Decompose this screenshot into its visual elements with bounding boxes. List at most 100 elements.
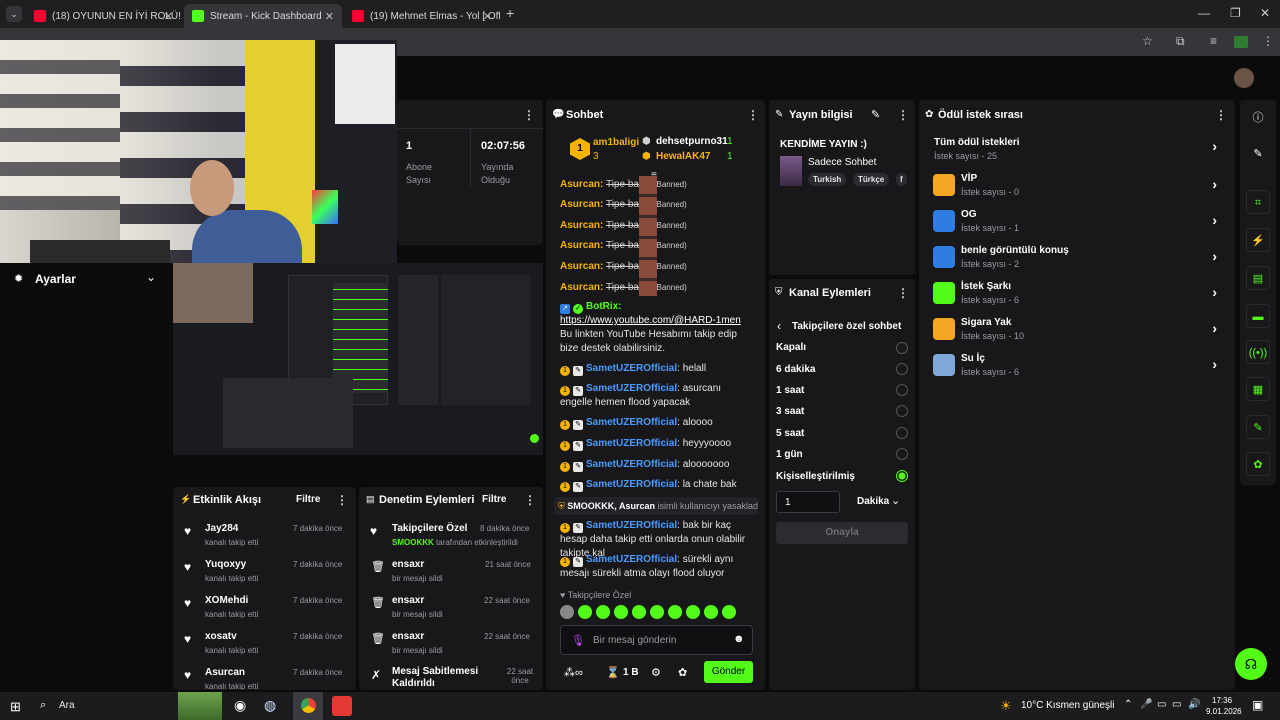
extensions-icon[interactable]: ⧉: [1176, 34, 1185, 49]
taskbar-search[interactable]: Ara: [59, 700, 75, 711]
avatar[interactable]: [1234, 68, 1254, 88]
support-icon[interactable]: ☊: [1235, 648, 1267, 680]
monitor-icon[interactable]: ▭: [1172, 699, 1181, 710]
volume-icon[interactable]: 🔊: [1188, 699, 1200, 710]
option-radio-selected[interactable]: [896, 470, 908, 482]
reward-count: İstek sayısı - 6: [961, 367, 1020, 377]
notifications-icon[interactable]: ▣: [1252, 698, 1263, 712]
chrome-icon[interactable]: [293, 692, 323, 720]
search-icon[interactable]: ⌕: [40, 699, 46, 712]
chat-link[interactable]: https://www.youtube.com/@HARD-1men: [560, 315, 741, 326]
layout-icon[interactable]: ▦: [1246, 377, 1270, 401]
activity-name[interactable]: Asurcan: [205, 667, 245, 678]
reward-row[interactable]: Sigara Yak İstek sayısı - 10 ›: [919, 314, 1235, 346]
back-arrow-icon[interactable]: ‹: [777, 319, 781, 333]
unit-select[interactable]: Dakika: [857, 496, 889, 507]
moderation-item: ✗ Mesaj Sabitlemesi Kaldırıldı 22 saat ö…: [359, 664, 543, 690]
app-icon[interactable]: ◉: [234, 697, 246, 714]
steam-icon[interactable]: ◍: [264, 697, 276, 714]
close-window-icon[interactable]: ✕: [1260, 6, 1270, 20]
filter-button[interactable]: Filtre: [482, 494, 506, 505]
more-icon[interactable]: ⋮: [523, 108, 535, 122]
close-icon[interactable]: ✕: [325, 10, 334, 23]
emote-bar[interactable]: [560, 605, 755, 621]
scan-icon[interactable]: ⌗: [1246, 190, 1270, 214]
chevron-down-icon[interactable]: ⌄: [146, 270, 156, 284]
widget-image[interactable]: [178, 692, 222, 720]
menu-icon[interactable]: ⋮: [1262, 34, 1274, 48]
more-icon[interactable]: ⋮: [336, 493, 348, 507]
confirm-button[interactable]: Onayla: [776, 522, 908, 544]
activity-name[interactable]: xosatv: [205, 631, 237, 642]
weather-text[interactable]: 10°C Kısmen güneşli: [1021, 700, 1115, 711]
edit-icon[interactable]: ✎: [1246, 142, 1270, 166]
option-radio[interactable]: [896, 405, 908, 417]
filter-button[interactable]: Filtre: [296, 494, 320, 505]
network-icon[interactable]: ▭: [1157, 699, 1166, 710]
bolt-icon[interactable]: ⚡: [1246, 228, 1270, 252]
settings-panel[interactable]: ✹ Ayarlar ⌄: [0, 263, 170, 293]
infinity-icon[interactable]: ⁂∞: [564, 666, 583, 679]
activity-name[interactable]: Yuqoxyy: [205, 559, 246, 570]
more-icon[interactable]: ⋮: [524, 493, 536, 507]
tab-youtube-1[interactable]: (18) OYUNUN EN İYİ ROLÜ!! BO ✕: [26, 4, 181, 28]
more-icon[interactable]: ⋮: [897, 108, 909, 122]
close-icon[interactable]: ✕: [483, 10, 492, 23]
tab-title: (18) OYUNUN EN İYİ ROLÜ!! BO: [52, 10, 181, 22]
category-name[interactable]: Sadece Sohbet: [808, 157, 876, 168]
rewards-icon[interactable]: ✿: [1246, 452, 1270, 476]
moderation-name[interactable]: ensaxr: [392, 559, 424, 570]
microphone-icon[interactable]: 🎤: [1140, 699, 1152, 710]
reward-row[interactable]: OG İstek sayısı - 1 ›: [919, 206, 1235, 238]
send-button[interactable]: Gönder: [704, 661, 753, 683]
moderation-name[interactable]: ensaxr: [392, 595, 424, 606]
chat-input[interactable]: 🎙 Bir mesaj gönderin ☻: [560, 625, 753, 655]
more-icon[interactable]: ⋮: [1215, 108, 1227, 122]
reward-row[interactable]: İstek Şarkı İstek sayısı - 6 ›: [919, 278, 1235, 310]
wrench-icon[interactable]: ✎: [1246, 415, 1270, 439]
edit-icon[interactable]: ✎: [871, 108, 880, 121]
emote-picker-icon[interactable]: ✿: [678, 666, 687, 679]
restore-icon[interactable]: ❐: [1230, 6, 1241, 20]
chevron-down-icon[interactable]: ⌄: [891, 494, 900, 507]
reward-row[interactable]: Su İç İstek sayısı - 6 ›: [919, 350, 1235, 382]
reward-all-row[interactable]: Tüm ödül istekleri İstek sayısı - 25 ›: [919, 132, 1235, 164]
microphone-icon[interactable]: 🎙: [571, 634, 585, 647]
tab-search-icon[interactable]: ⌄: [6, 6, 22, 22]
more-icon[interactable]: ⋮: [897, 286, 909, 300]
chevron-up-icon[interactable]: ⌃: [1124, 699, 1132, 710]
profile-icon[interactable]: [1234, 36, 1248, 48]
more-icon[interactable]: ⋮: [747, 108, 759, 122]
option-radio[interactable]: [896, 363, 908, 375]
activity-name[interactable]: Jay284: [205, 523, 238, 534]
reward-row[interactable]: benle görüntülü konuş İstek sayısı - 2 ›: [919, 242, 1235, 274]
top-user-name[interactable]: am1baligi: [593, 137, 639, 148]
app-icon[interactable]: [332, 696, 352, 716]
reading-list-icon[interactable]: ≡: [1210, 34, 1217, 48]
tab-youtube-2[interactable]: (19) Mehmet Elmas - Yol [ Offic ✕: [344, 4, 500, 28]
tab-kick-dashboard[interactable]: Stream - Kick Dashboard ✕: [184, 4, 342, 28]
activity-name[interactable]: XOMehdi: [205, 595, 248, 606]
emoji-icon[interactable]: ☻: [733, 633, 745, 645]
document-icon[interactable]: ▤: [1246, 266, 1270, 290]
top-user-name[interactable]: HewalAK47: [656, 151, 710, 162]
slow-mode-icon[interactable]: ⌛: [606, 666, 620, 679]
reward-row[interactable]: VİP İstek sayısı - 0 ›: [919, 170, 1235, 202]
bookmark-star-icon[interactable]: ☆: [1142, 34, 1153, 48]
option-radio[interactable]: [896, 448, 908, 460]
moderation-name[interactable]: ensaxr: [392, 631, 424, 642]
close-icon[interactable]: ✕: [164, 10, 173, 23]
minimize-icon[interactable]: —: [1198, 6, 1210, 20]
stream-preview[interactable]: [173, 263, 543, 455]
chat-icon[interactable]: ▬: [1246, 304, 1270, 328]
new-tab-button[interactable]: +: [506, 5, 514, 21]
option-radio[interactable]: [896, 427, 908, 439]
option-radio[interactable]: [896, 342, 908, 354]
info-icon[interactable]: ⓘ: [1246, 106, 1270, 130]
settings-icon[interactable]: ⚙: [651, 666, 661, 679]
option-radio[interactable]: [896, 384, 908, 396]
custom-duration-input[interactable]: 1: [776, 491, 840, 513]
broadcast-icon[interactable]: ((•)): [1246, 340, 1270, 364]
windows-start-icon[interactable]: ⊞: [10, 699, 21, 715]
top-user-name[interactable]: dehsetpurno31: [656, 136, 728, 147]
